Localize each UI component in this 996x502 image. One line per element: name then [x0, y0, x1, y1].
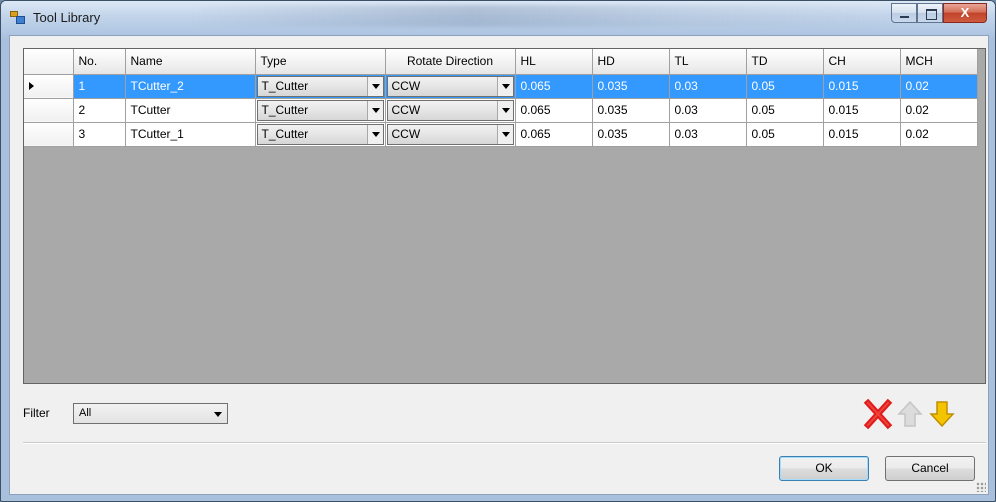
filter-select[interactable]: All [73, 403, 228, 424]
cell-name[interactable]: TCutter_1 [125, 122, 256, 147]
dialog-client-area: No. Name Type Rotate Direction HL HD TL … [9, 35, 989, 495]
delete-tool-button[interactable] [863, 398, 893, 430]
type-combo[interactable]: T_Cutter [256, 123, 384, 145]
row-header[interactable] [24, 74, 74, 99]
cell-no[interactable]: 3 [73, 122, 126, 147]
type-combo[interactable]: T_Cutter [256, 75, 384, 97]
resize-grip[interactable] [976, 482, 986, 492]
minimize-button[interactable] [891, 3, 917, 23]
current-row-arrow-icon [29, 82, 34, 90]
cell-hl[interactable]: 0.065 [515, 122, 593, 147]
cell-mch[interactable]: 0.02 [900, 98, 978, 123]
cell-td[interactable]: 0.05 [746, 74, 824, 99]
column-header-name[interactable]: Name [125, 49, 256, 75]
type-combo[interactable]: T_Cutter [256, 99, 384, 121]
cell-hd[interactable]: 0.035 [592, 74, 670, 99]
row-header[interactable] [24, 122, 74, 147]
row-header[interactable] [24, 98, 74, 123]
table-row[interactable]: 2 TCutter T_Cutter CCW 0.065 0.035 0.03 … [24, 98, 978, 123]
column-header-mch[interactable]: MCH [900, 49, 978, 75]
rotate-direction-combo[interactable]: CCW [386, 75, 514, 97]
rotate-combo-value: CCW [391, 102, 421, 117]
type-combo-value: T_Cutter [261, 102, 309, 117]
cell-type[interactable]: T_Cutter [255, 74, 386, 99]
cell-tl[interactable]: 0.03 [669, 98, 747, 123]
cell-td[interactable]: 0.05 [746, 98, 824, 123]
column-header-rotate-direction[interactable]: Rotate Direction [385, 49, 516, 75]
column-header-type[interactable]: Type [255, 49, 386, 75]
cell-mch[interactable]: 0.02 [900, 74, 978, 99]
table-row[interactable]: 1 TCutter_2 T_Cutter CCW 0.065 0.035 0.0… [24, 74, 978, 99]
cell-name[interactable]: TCutter_2 [125, 74, 256, 99]
cell-rotate-direction[interactable]: CCW [385, 98, 516, 123]
cell-ch[interactable]: 0.015 [823, 122, 901, 147]
delete-x-icon [863, 398, 893, 430]
app-icon [10, 11, 26, 25]
filter-label: Filter [23, 406, 50, 420]
cell-hl[interactable]: 0.065 [515, 98, 593, 123]
corner-header[interactable] [24, 49, 74, 75]
chevron-down-icon[interactable] [210, 404, 227, 423]
cell-tl[interactable]: 0.03 [669, 122, 747, 147]
cell-mch[interactable]: 0.02 [900, 122, 978, 147]
rotate-combo-value: CCW [391, 78, 421, 93]
chevron-down-icon[interactable] [366, 76, 383, 96]
arrow-up-icon [897, 400, 923, 427]
column-header-no[interactable]: No. [73, 49, 126, 75]
cell-no[interactable]: 2 [73, 98, 126, 123]
move-down-button[interactable] [927, 398, 957, 430]
window-title: Tool Library [33, 10, 101, 25]
cell-tl[interactable]: 0.03 [669, 74, 747, 99]
rotate-direction-combo[interactable]: CCW [386, 99, 514, 121]
move-up-button[interactable] [895, 398, 925, 430]
chevron-down-icon[interactable] [366, 124, 383, 144]
cell-hd[interactable]: 0.035 [592, 122, 670, 147]
chevron-down-icon[interactable] [366, 100, 383, 120]
table-row[interactable]: 3 TCutter_1 T_Cutter CCW 0.065 0.035 0.0… [24, 122, 978, 147]
column-header-hl[interactable]: HL [515, 49, 593, 75]
arrow-down-icon [929, 401, 955, 428]
ok-button[interactable]: OK [779, 456, 869, 481]
cell-ch[interactable]: 0.015 [823, 98, 901, 123]
header-row: No. Name Type Rotate Direction HL HD TL … [24, 49, 978, 75]
cell-type[interactable]: T_Cutter [255, 122, 386, 147]
cell-no[interactable]: 1 [73, 74, 126, 99]
tool-table: No. Name Type Rotate Direction HL HD TL … [24, 49, 978, 147]
cell-type[interactable]: T_Cutter [255, 98, 386, 123]
column-header-ch[interactable]: CH [823, 49, 901, 75]
rotate-direction-combo[interactable]: CCW [386, 123, 514, 145]
type-combo-value: T_Cutter [261, 126, 309, 141]
caption-buttons: X [891, 3, 987, 23]
close-button[interactable]: X [943, 3, 987, 23]
cell-hl[interactable]: 0.065 [515, 74, 593, 99]
chevron-down-icon[interactable] [496, 76, 513, 96]
column-header-hd[interactable]: HD [592, 49, 670, 75]
cell-name[interactable]: TCutter [125, 98, 256, 123]
cancel-button[interactable]: Cancel [885, 456, 975, 481]
cell-rotate-direction[interactable]: CCW [385, 122, 516, 147]
cell-ch[interactable]: 0.015 [823, 74, 901, 99]
title-bar[interactable]: Tool Library X [1, 1, 995, 35]
type-combo-value: T_Cutter [261, 78, 309, 93]
column-header-tl[interactable]: TL [669, 49, 747, 75]
tool-data-grid[interactable]: No. Name Type Rotate Direction HL HD TL … [23, 48, 986, 384]
cell-hd[interactable]: 0.035 [592, 98, 670, 123]
separator-line [23, 442, 986, 444]
cell-rotate-direction[interactable]: CCW [385, 74, 516, 99]
rotate-combo-value: CCW [391, 126, 421, 141]
cell-td[interactable]: 0.05 [746, 122, 824, 147]
filter-select-value: All [79, 407, 92, 419]
column-header-td[interactable]: TD [746, 49, 824, 75]
chevron-down-icon[interactable] [496, 124, 513, 144]
tool-library-window: Tool Library X No. Name Type Rotate Dire… [0, 0, 996, 502]
chevron-down-icon[interactable] [496, 100, 513, 120]
maximize-button[interactable] [917, 3, 943, 23]
